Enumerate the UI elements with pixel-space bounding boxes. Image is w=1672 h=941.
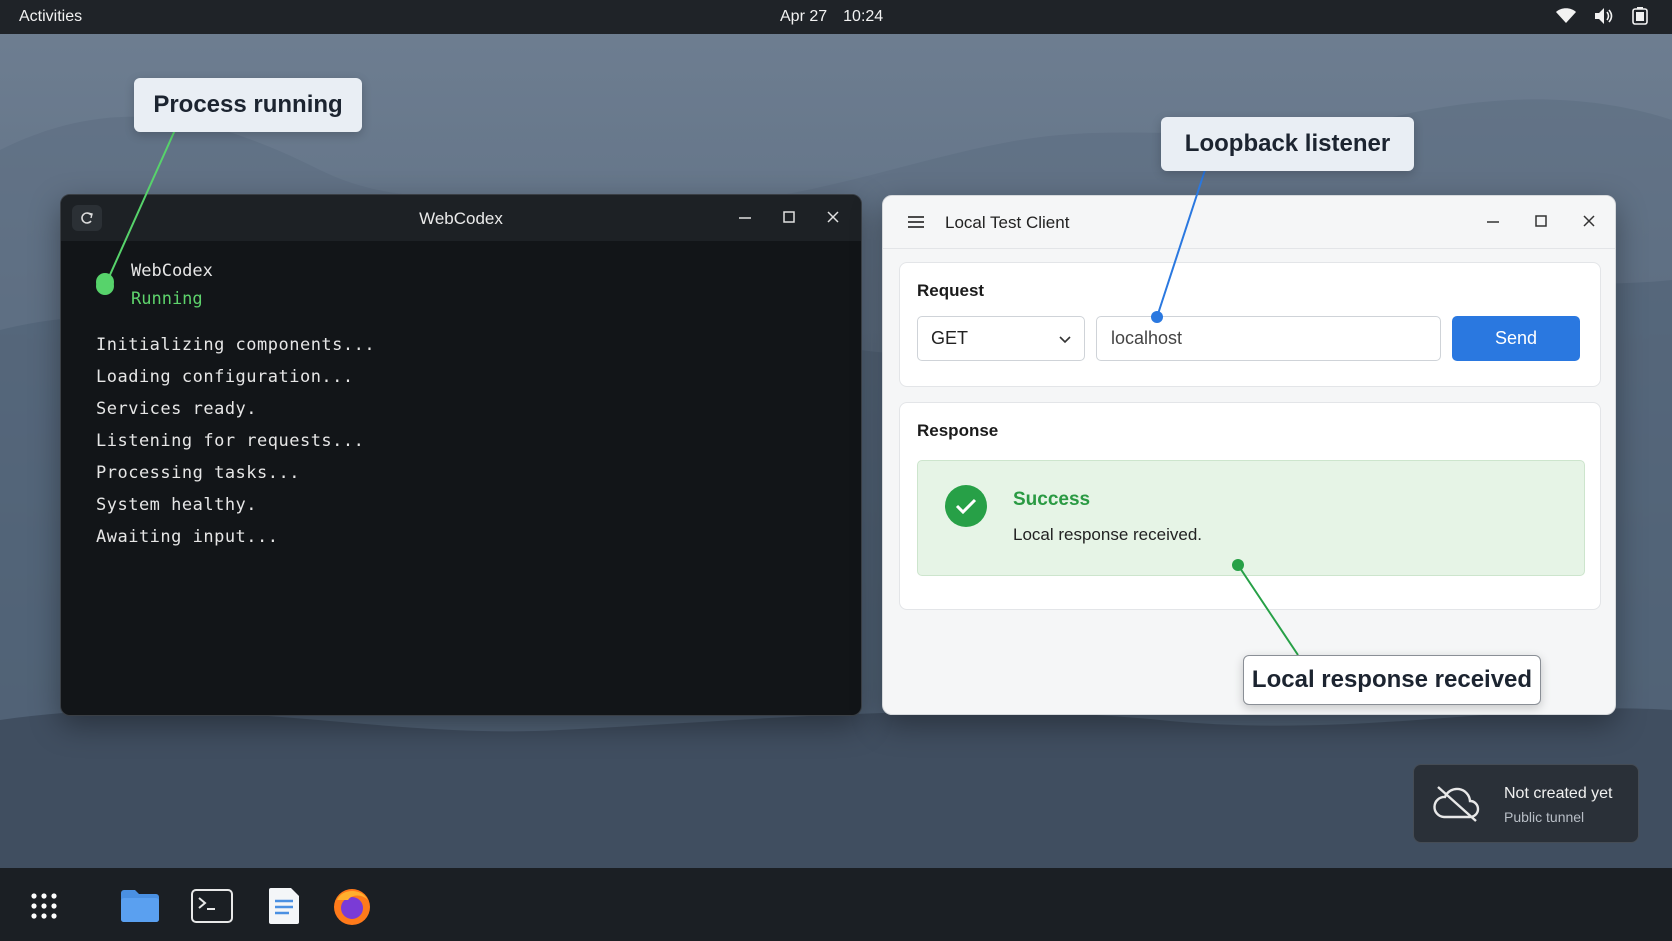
log-line: Services ready.	[96, 399, 258, 419]
client-titlebar[interactable]: Local Test Client	[883, 196, 1615, 249]
system-tray[interactable]	[1556, 7, 1648, 30]
log-line: Loading configuration...	[96, 367, 354, 387]
app-grid-icon[interactable]	[22, 886, 66, 926]
tunnel-subtitle: Public tunnel	[1504, 809, 1585, 825]
log-line: Awaiting input...	[96, 527, 279, 547]
activities-button[interactable]: Activities	[19, 8, 82, 26]
maximize-icon[interactable]	[1531, 211, 1551, 231]
minimize-icon[interactable]	[1483, 211, 1503, 231]
success-message: Local response received.	[1013, 525, 1203, 544]
send-button[interactable]: Send	[1452, 316, 1580, 361]
callout-loopback-listener: Loopback listener	[1161, 117, 1414, 171]
terminal-icon[interactable]	[190, 886, 234, 926]
tunnel-status-card[interactable]: Not created yet Public tunnel	[1413, 764, 1639, 843]
wifi-icon[interactable]	[1556, 8, 1576, 29]
log-line: Listening for requests...	[96, 431, 365, 451]
process-name: WebCodex	[131, 261, 213, 281]
response-heading: Response	[917, 421, 999, 440]
response-card: Response Success Local response received…	[899, 402, 1601, 610]
maximize-icon[interactable]	[779, 207, 799, 227]
dock	[0, 868, 1672, 941]
close-icon[interactable]	[823, 207, 843, 227]
clock-date: Apr 27	[780, 8, 828, 25]
firefox-icon[interactable]	[330, 886, 374, 926]
close-icon[interactable]	[1579, 211, 1599, 231]
window-controls	[735, 207, 843, 227]
cloud-off-icon	[1432, 783, 1482, 828]
check-circle-icon	[945, 485, 987, 527]
volume-icon[interactable]	[1594, 7, 1614, 30]
request-card: Request GET localhost Send	[899, 262, 1601, 387]
method-select[interactable]: GET	[917, 316, 1085, 361]
log-line: System healthy.	[96, 495, 258, 515]
url-input[interactable]: localhost	[1096, 316, 1441, 361]
hamburger-menu-icon[interactable]	[907, 214, 925, 234]
success-panel: Success Local response received.	[917, 460, 1585, 576]
method-value: GET	[931, 328, 969, 348]
window-controls	[1483, 211, 1599, 231]
callout-process-running: Process running	[134, 78, 362, 132]
request-heading: Request	[917, 281, 985, 300]
clock-time: 10:24	[843, 8, 884, 25]
clock[interactable]: Apr 27 10:24	[780, 8, 899, 26]
text-editor-icon[interactable]	[262, 886, 306, 926]
chevron-down-icon	[1058, 330, 1072, 351]
log-list: Initializing components... Loading confi…	[96, 333, 375, 557]
success-title: Success	[1013, 489, 1091, 510]
terminal-window[interactable]: WebCodex WebCodex Running Initializing c…	[60, 194, 862, 716]
files-icon[interactable]	[118, 886, 162, 926]
test-client-window[interactable]: Local Test Client Request GET localhost …	[882, 195, 1616, 715]
terminal-titlebar[interactable]: WebCodex	[61, 195, 861, 241]
process-state: Running	[131, 289, 203, 309]
desktop: Activities Apr 27 10:24 WebCodex WebCode…	[0, 0, 1672, 941]
log-line: Processing tasks...	[96, 463, 300, 483]
tunnel-title: Not created yet	[1504, 785, 1613, 802]
minimize-icon[interactable]	[735, 207, 755, 227]
client-title: Local Test Client	[945, 213, 1070, 232]
battery-icon[interactable]	[1632, 7, 1648, 30]
status-dot-icon	[96, 273, 114, 291]
log-line: Initializing components...	[96, 335, 376, 355]
callout-local-response: Local response received	[1243, 655, 1541, 705]
top-bar: Activities Apr 27 10:24	[0, 0, 1672, 34]
